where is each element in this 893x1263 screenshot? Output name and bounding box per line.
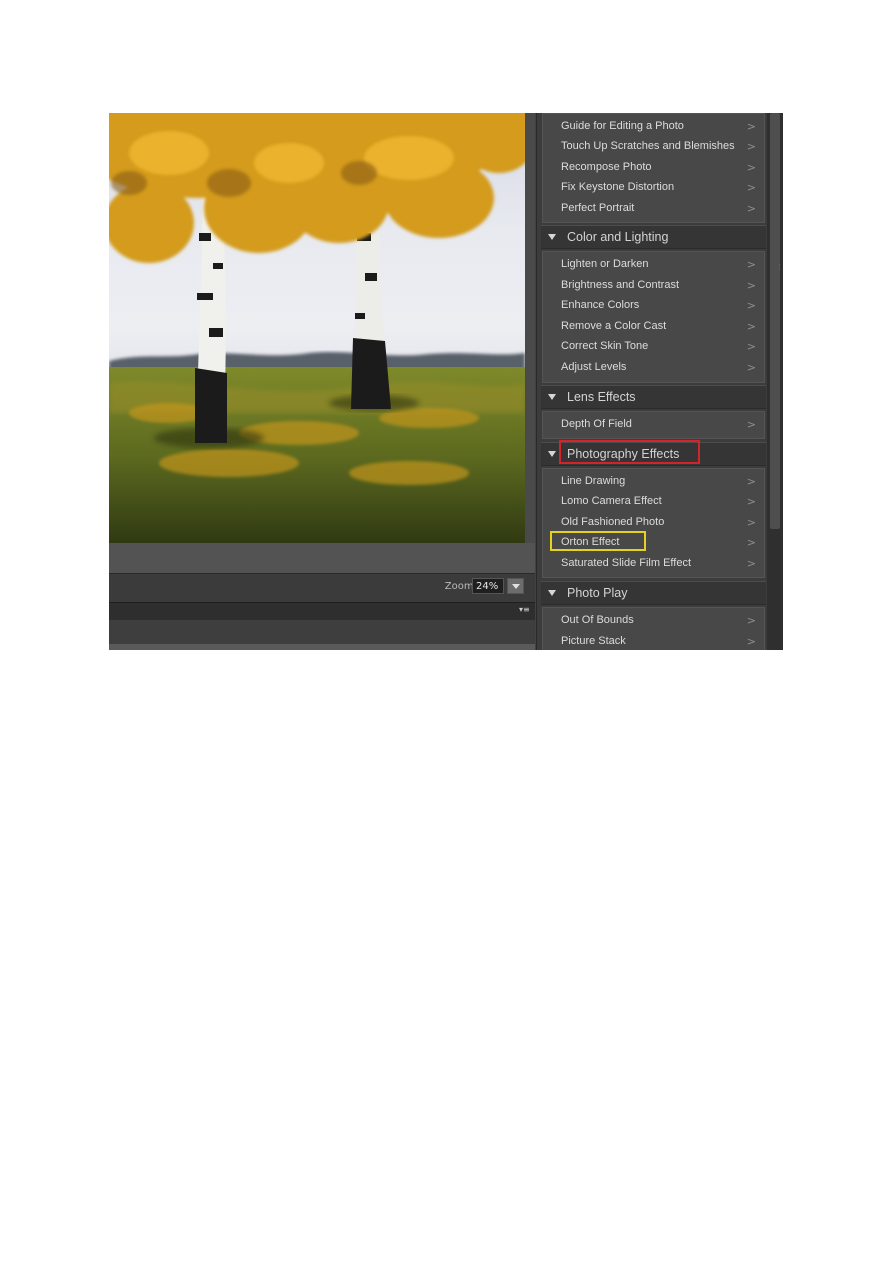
section-items-basic: Guide for Editing a Photo > Touch Up Scr… [542, 113, 765, 223]
chevron-right-icon: > [746, 202, 756, 215]
list-item[interactable]: Touch Up Scratches and Blemishes > [543, 137, 764, 157]
chevron-right-icon: > [746, 140, 756, 153]
section-header-photo-play[interactable]: Photo Play [541, 581, 766, 605]
chevron-right-icon: > [746, 516, 756, 529]
list-item[interactable]: Recompose Photo > [543, 158, 764, 178]
list-item[interactable]: Line Drawing > [543, 472, 764, 492]
section-header-photography-effects[interactable]: Photography Effects [541, 440, 766, 466]
list-item[interactable]: Picture Stack > [543, 632, 764, 650]
chevron-right-icon: > [746, 536, 756, 549]
guided-edit-panel: Guide for Editing a Photo > Touch Up Scr… [536, 113, 768, 650]
item-label: Lomo Camera Effect [561, 495, 662, 507]
section-title: Color and Lighting [567, 230, 669, 244]
list-item[interactable]: Remove a Color Cast > [543, 317, 764, 337]
item-label: Old Fashioned Photo [561, 516, 665, 528]
item-label: Brightness and Contrast [561, 279, 680, 291]
chevron-right-icon: > [746, 181, 756, 194]
item-label: Touch Up Scratches and Blemishes [561, 140, 735, 152]
screenshot: Zoom: 24% ▾≡ Guide for Editing a Photo >… [109, 113, 783, 650]
collapse-triangle-icon[interactable] [548, 590, 556, 596]
photo-preview[interactable] [109, 113, 525, 543]
section-header-lens-effects[interactable]: Lens Effects [541, 385, 766, 409]
item-label: Enhance Colors [561, 299, 640, 311]
item-label: Recompose Photo [561, 161, 652, 173]
highlight-box-red [559, 440, 700, 464]
section-title: Photo Play [567, 586, 628, 600]
zoom-bar: Zoom: 24% [109, 573, 535, 602]
list-item[interactable]: Out Of Bounds > [543, 611, 764, 631]
list-item[interactable]: Fix Keystone Distortion > [543, 178, 764, 198]
section-title: Lens Effects [567, 390, 636, 404]
item-label: Remove a Color Cast [561, 320, 667, 332]
chevron-right-icon: > [746, 635, 756, 648]
chevron-right-icon: > [746, 475, 756, 488]
panel-menu-icon[interactable]: ▾≡ [519, 606, 530, 614]
item-label: Line Drawing [561, 475, 626, 487]
photo-bin-strip [109, 644, 535, 650]
item-label: Depth Of Field [561, 418, 632, 430]
photo-bin-header: ▾≡ [109, 602, 535, 621]
list-item-orton-effect[interactable]: Orton Effect > [543, 531, 764, 553]
item-label: Fix Keystone Distortion [561, 181, 675, 193]
item-label: Guide for Editing a Photo [561, 120, 684, 132]
list-item[interactable]: Enhance Colors > [543, 296, 764, 316]
item-label: Adjust Levels [561, 361, 627, 373]
scrollbar-grip-icon: ⋮ [776, 263, 783, 271]
chevron-right-icon: > [746, 299, 756, 312]
list-item[interactable]: Perfect Portrait > [543, 199, 764, 219]
list-item[interactable]: Adjust Levels > [543, 358, 764, 378]
section-items-color-lighting: Lighten or Darken > Brightness and Contr… [542, 251, 765, 383]
item-label: Picture Stack [561, 635, 626, 647]
section-header-color-lighting[interactable]: Color and Lighting [541, 225, 766, 249]
list-item[interactable]: Lomo Camera Effect > [543, 492, 764, 512]
chevron-right-icon: > [746, 418, 756, 431]
section-items-lens-effects: Depth Of Field > [542, 411, 765, 439]
chevron-right-icon: > [746, 161, 756, 174]
chevron-right-icon: > [746, 495, 756, 508]
chevron-right-icon: > [746, 279, 756, 292]
item-label: Saturated Slide Film Effect [561, 557, 692, 569]
item-label: Out Of Bounds [561, 614, 634, 626]
list-item[interactable]: Old Fashioned Photo > [543, 513, 764, 533]
chevron-right-icon: > [746, 120, 756, 133]
list-item[interactable]: Lighten or Darken > [543, 255, 764, 275]
collapse-triangle-icon[interactable] [548, 234, 556, 240]
zoom-input[interactable]: 24% [472, 578, 504, 594]
chevron-right-icon: > [746, 614, 756, 627]
panel-scrollbar[interactable]: ⋮ [767, 113, 783, 650]
chevron-right-icon: > [746, 258, 756, 271]
canvas-background [109, 543, 535, 573]
canvas-area: Zoom: 24% ▾≡ [109, 113, 535, 650]
list-item[interactable]: Depth Of Field > [543, 415, 764, 435]
collapse-triangle-icon[interactable] [548, 394, 556, 400]
section-items-photo-play: Out Of Bounds > Picture Stack > [542, 607, 765, 650]
zoom-dropdown-button[interactable] [507, 578, 524, 594]
list-item[interactable]: Brightness and Contrast > [543, 276, 764, 296]
birch-trees-photo [109, 113, 525, 543]
list-item[interactable]: Saturated Slide Film Effect > [543, 554, 764, 574]
chevron-right-icon: > [746, 557, 756, 570]
list-item[interactable]: Guide for Editing a Photo > [543, 117, 764, 137]
item-label: Orton Effect [561, 536, 620, 548]
chevron-right-icon: > [746, 340, 756, 353]
collapse-triangle-icon[interactable] [548, 451, 556, 457]
scrollbar-thumb[interactable]: ⋮ [770, 113, 783, 529]
item-label: Correct Skin Tone [561, 340, 649, 352]
photo-bin [109, 620, 535, 650]
section-items-photography-effects: Line Drawing > Lomo Camera Effect > Old … [542, 468, 765, 578]
item-label: Perfect Portrait [561, 202, 635, 214]
list-item[interactable]: Correct Skin Tone > [543, 337, 764, 357]
chevron-right-icon: > [746, 361, 756, 374]
item-label: Lighten or Darken [561, 258, 649, 270]
chevron-right-icon: > [746, 320, 756, 333]
